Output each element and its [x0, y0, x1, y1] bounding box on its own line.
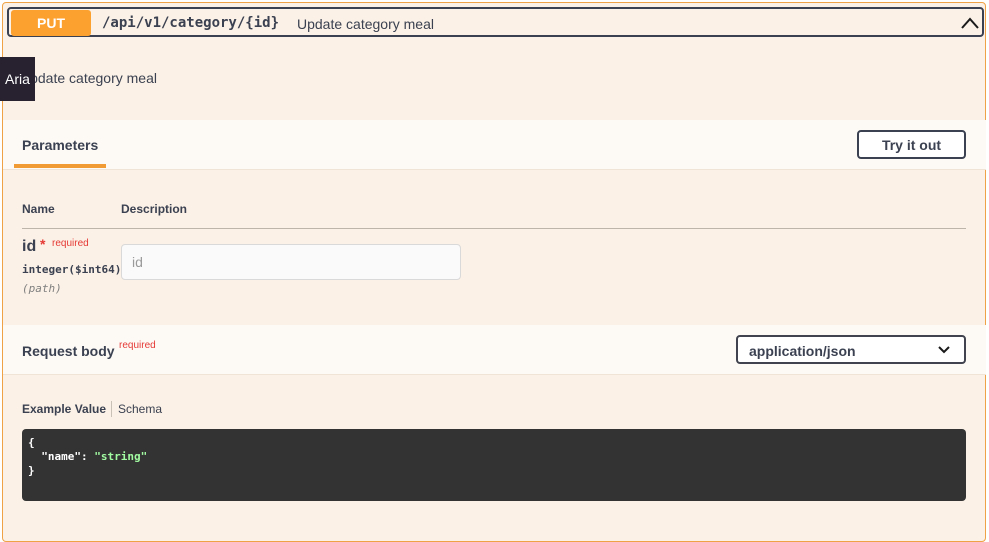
param-required-label: required	[52, 238, 89, 249]
column-header-description: Description	[121, 202, 188, 216]
param-name: id	[22, 238, 37, 255]
operation-path: /api/v1/category/{id}	[102, 15, 280, 31]
operation-description: Update category meal	[20, 70, 157, 86]
column-header-name: Name	[22, 202, 55, 216]
tab-schema[interactable]: Schema	[118, 402, 162, 416]
code-key: "name"	[41, 450, 81, 463]
code-colon: :	[81, 450, 95, 463]
param-type: integer($int64)	[22, 263, 122, 276]
try-it-out-button[interactable]: Try it out	[857, 130, 966, 159]
request-body-title: Request body	[22, 343, 115, 359]
method-badge: PUT	[11, 10, 91, 36]
tab-active-indicator	[14, 164, 106, 168]
example-code-block[interactable]: { "name": "string" }	[22, 429, 966, 501]
content-type-select[interactable]: application/json	[736, 335, 966, 364]
operation-summary-text: Update category meal	[297, 16, 434, 32]
param-location: (path)	[22, 282, 62, 295]
tab-example-value[interactable]: Example Value	[22, 402, 106, 416]
parameters-header: Parameters Try it out	[3, 120, 986, 170]
operation-summary[interactable]: PUT /api/v1/category/{id} Update categor…	[7, 7, 984, 37]
request-body-required-label: required	[119, 340, 156, 351]
table-divider	[22, 228, 966, 229]
chevron-down-icon	[938, 346, 950, 354]
code-line-close: }	[28, 464, 35, 477]
content-type-value: application/json	[749, 343, 856, 359]
request-body-header: Request body required application/json	[3, 325, 986, 375]
tab-separator	[111, 401, 112, 417]
code-line-name: "name": "string"	[28, 450, 960, 464]
param-required-star: *	[40, 236, 46, 252]
aria-tooltip: Aria	[0, 57, 35, 101]
tab-parameters[interactable]: Parameters	[22, 137, 98, 153]
code-string-value: "string"	[94, 450, 148, 463]
code-line-open: {	[28, 436, 35, 449]
chevron-up-icon[interactable]	[960, 13, 980, 33]
param-id-input[interactable]	[121, 244, 461, 280]
